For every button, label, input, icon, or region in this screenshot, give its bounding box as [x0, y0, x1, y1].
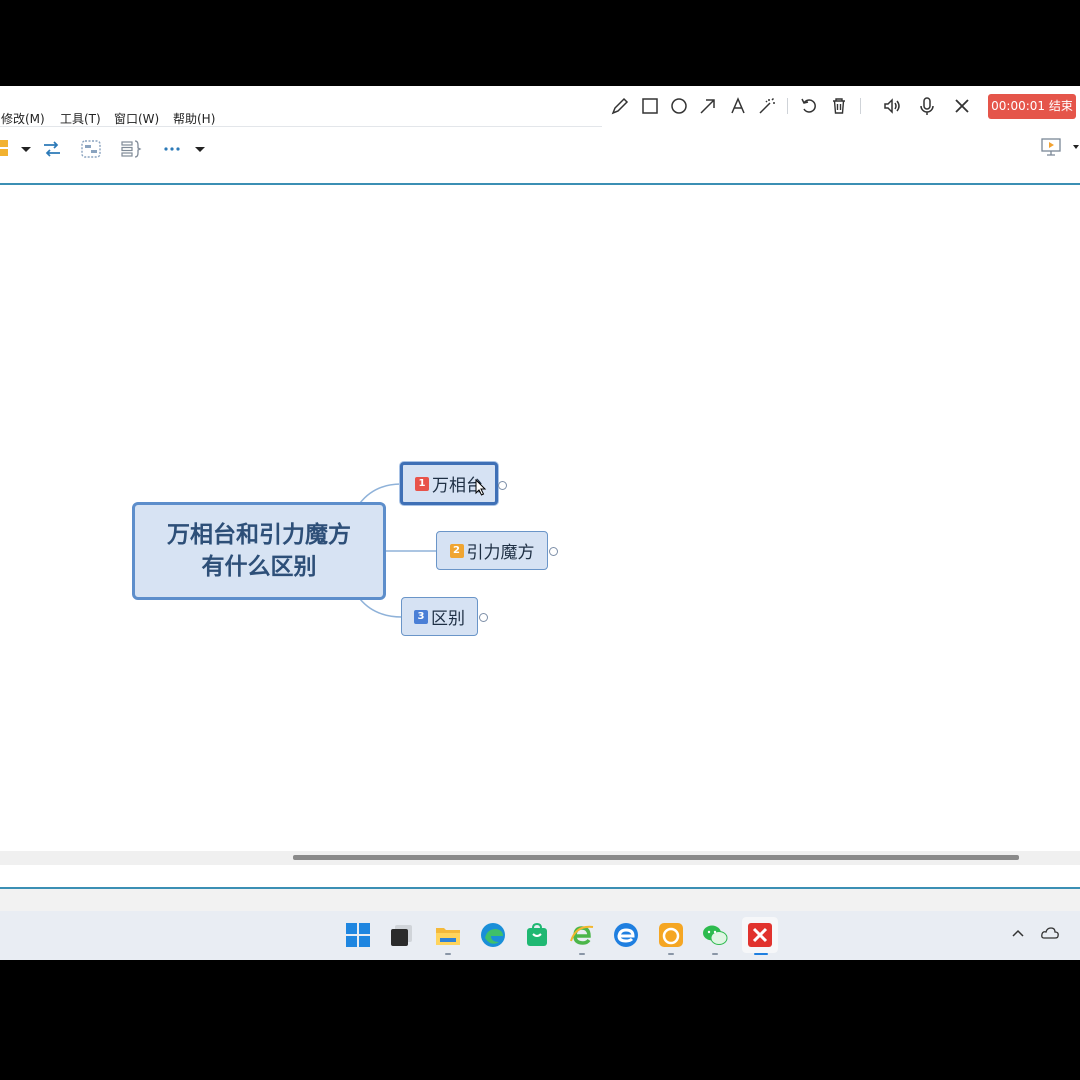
undo-icon[interactable] — [797, 94, 821, 118]
chevron-down-icon[interactable] — [14, 137, 38, 161]
expand-toggle-icon[interactable] — [498, 481, 507, 490]
edge-browser-icon[interactable] — [479, 921, 507, 949]
magic-wand-icon[interactable] — [755, 94, 779, 118]
arrow-icon[interactable] — [696, 94, 720, 118]
app-window: 修改(M) 工具(T) 窗口(W) 帮助(H) 00:00:01 结束 万相台和… — [0, 86, 1080, 960]
status-bar — [0, 889, 1080, 911]
mouse-cursor-icon — [475, 479, 487, 496]
relationship-icon[interactable] — [40, 137, 64, 161]
circle-icon[interactable] — [667, 94, 691, 118]
connector-topic-3 — [359, 598, 403, 618]
running-indicator — [712, 953, 718, 955]
toolbar-separator — [860, 98, 861, 114]
wechat-icon[interactable] — [701, 921, 729, 949]
pencil-icon[interactable] — [608, 94, 632, 118]
menu-window[interactable]: 窗口(W) — [114, 110, 159, 127]
windows-start-icon[interactable] — [344, 921, 372, 949]
menu-bar: 修改(M) 工具(T) 窗口(W) 帮助(H) — [0, 86, 602, 127]
taskbar — [0, 911, 1080, 960]
chevron-up-icon[interactable] — [1008, 923, 1028, 943]
summary-icon[interactable] — [119, 137, 143, 161]
scrollbar-thumb[interactable] — [293, 855, 1019, 860]
mindmap-canvas[interactable]: 万相台和引力魔方 有什么区别 1 万相台 2 引力魔方 3 区别 — [0, 185, 1080, 851]
file-explorer-icon[interactable] — [434, 921, 462, 949]
topic-3-label: 区别 — [431, 609, 465, 629]
rectangle-icon[interactable] — [638, 94, 662, 118]
topic-3[interactable]: 3 区别 — [401, 597, 478, 636]
task-view-icon[interactable] — [388, 921, 416, 949]
menu-tools[interactable]: 工具(T) — [60, 110, 101, 127]
priority-badge-1: 1 — [415, 476, 429, 491]
store-bag-icon[interactable] — [523, 921, 551, 949]
main-toolbar — [0, 127, 1080, 183]
onedrive-cloud-icon[interactable] — [1040, 923, 1060, 943]
speaker-icon[interactable] — [880, 94, 904, 118]
ie-browser-icon[interactable] — [568, 921, 596, 949]
central-topic-line-2: 有什么区别 — [201, 554, 317, 580]
active-indicator — [754, 953, 768, 955]
topic-2-label: 引力魔方 — [466, 543, 535, 563]
chevron-down-icon[interactable] — [188, 137, 212, 161]
delete-icon[interactable] — [827, 94, 851, 118]
text-icon[interactable] — [726, 94, 750, 118]
edge-legacy-icon[interactable] — [612, 921, 640, 949]
expand-toggle-icon[interactable] — [549, 547, 558, 556]
recording-timer: 00:00:01 — [991, 99, 1046, 113]
stop-recording-button[interactable]: 00:00:01 结束 — [988, 94, 1076, 119]
priority-badge-2: 2 — [449, 543, 464, 558]
uc-browser-icon[interactable] — [657, 921, 685, 949]
expand-toggle-icon[interactable] — [479, 613, 488, 622]
end-label: 结束 — [1048, 99, 1073, 113]
central-topic[interactable]: 万相台和引力魔方 有什么区别 — [132, 502, 386, 600]
connector-topic-1 — [359, 483, 402, 504]
recorder-toolbar: 00:00:01 结束 — [602, 86, 1080, 126]
chevron-down-icon[interactable] — [1066, 135, 1080, 159]
close-icon[interactable] — [950, 94, 974, 118]
topic-2[interactable]: 2 引力魔方 — [436, 531, 548, 570]
presentation-icon[interactable] — [1039, 135, 1063, 159]
horizontal-scrollbar[interactable] — [0, 851, 1080, 865]
toolbar-separator — [787, 98, 788, 114]
xmind-icon[interactable] — [742, 917, 778, 953]
more-icon[interactable] — [160, 137, 184, 161]
running-indicator — [579, 953, 585, 955]
microphone-icon[interactable] — [915, 94, 939, 118]
menu-help[interactable]: 帮助(H) — [173, 110, 215, 127]
priority-badge-3: 3 — [414, 609, 428, 624]
central-topic-line-1: 万相台和引力魔方 — [167, 522, 351, 548]
boundary-icon[interactable] — [79, 137, 103, 161]
menu-modify[interactable]: 修改(M) — [1, 110, 45, 127]
running-indicator — [668, 953, 674, 955]
running-indicator — [445, 953, 451, 955]
